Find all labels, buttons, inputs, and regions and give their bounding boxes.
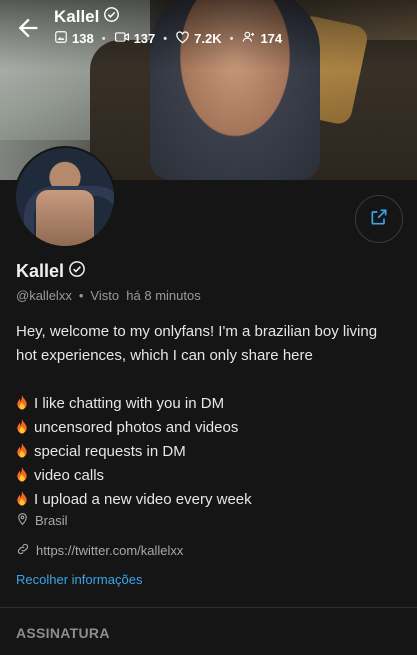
share-icon [369,207,389,232]
section-title-subscription: ASSINATURA [16,625,110,641]
website-text[interactable]: https://twitter.com/kallelxx [36,543,183,558]
separator-dot: • [101,32,106,45]
likes-count: 7.2K [194,31,222,46]
separator-dot: • [163,32,168,45]
last-seen: Visto há 8 minutos [90,288,201,303]
share-button[interactable] [355,195,403,243]
username: @kallelxx [16,288,72,303]
profile-stats: 138 • 137 • 7.2K • 174 [54,30,282,47]
bio-item-text: uncensored photos and videos [34,419,239,436]
collapse-info-link[interactable]: Recolher informações [16,572,142,587]
back-arrow-icon[interactable] [14,14,42,42]
bio-intro-line: Hey, welcome to my onlyfans! I'm a brazi… [16,323,378,340]
fire-icon [16,418,28,434]
verified-icon [68,260,86,283]
separator-dot: • [229,32,234,45]
separator-dot: • [78,288,84,303]
fire-icon [16,442,28,458]
fire-icon [16,466,28,482]
link-icon [16,542,30,559]
photos-stat: 138 [54,30,94,47]
bio-item-text: I like chatting with you in DM [34,395,225,412]
videos-count: 137 [133,31,156,46]
bio-intro-line: hot experiences, which I can only share … [16,347,313,364]
fans-stat: 174 [241,30,282,47]
fire-icon [16,490,28,506]
profile-bio: Hey, welcome to my onlyfans! I'm a brazi… [16,320,406,512]
heart-icon [175,30,190,47]
profile-name: Kallel [16,260,86,283]
profile-name-text: Kallel [16,261,65,281]
bio-item: special requests in DM [16,440,406,464]
verified-icon [103,6,120,28]
avatar[interactable] [14,146,116,248]
photo-icon [54,30,68,47]
fans-count: 174 [260,31,283,46]
fire-icon [16,394,28,410]
location-text: Brasil [35,513,68,528]
photos-count: 138 [72,31,94,46]
fans-icon [241,30,256,47]
bio-item-text: I upload a new video every week [34,491,252,508]
divider [0,607,417,608]
bio-item: I upload a new video every week [16,488,406,512]
bio-item-text: special requests in DM [34,443,186,460]
location: Brasil [16,512,68,529]
top-bar: Kallel 138 • 137 • 7.2K • 174 [0,0,417,56]
bio-item: video calls [16,464,406,488]
video-icon [114,30,130,47]
website-link[interactable]: https://twitter.com/kallelxx [16,542,183,559]
videos-stat: 137 [114,30,156,47]
bio-item: uncensored photos and videos [16,416,406,440]
header-title: Kallel [54,6,120,28]
location-icon [16,512,29,529]
likes-stat: 7.2K [175,30,222,47]
header-name: Kallel [54,7,100,26]
bio-item-text: video calls [34,467,105,484]
bio-item: I like chatting with you in DM [16,392,406,416]
profile-meta: @kallelxx • Visto há 8 minutos [16,288,201,303]
